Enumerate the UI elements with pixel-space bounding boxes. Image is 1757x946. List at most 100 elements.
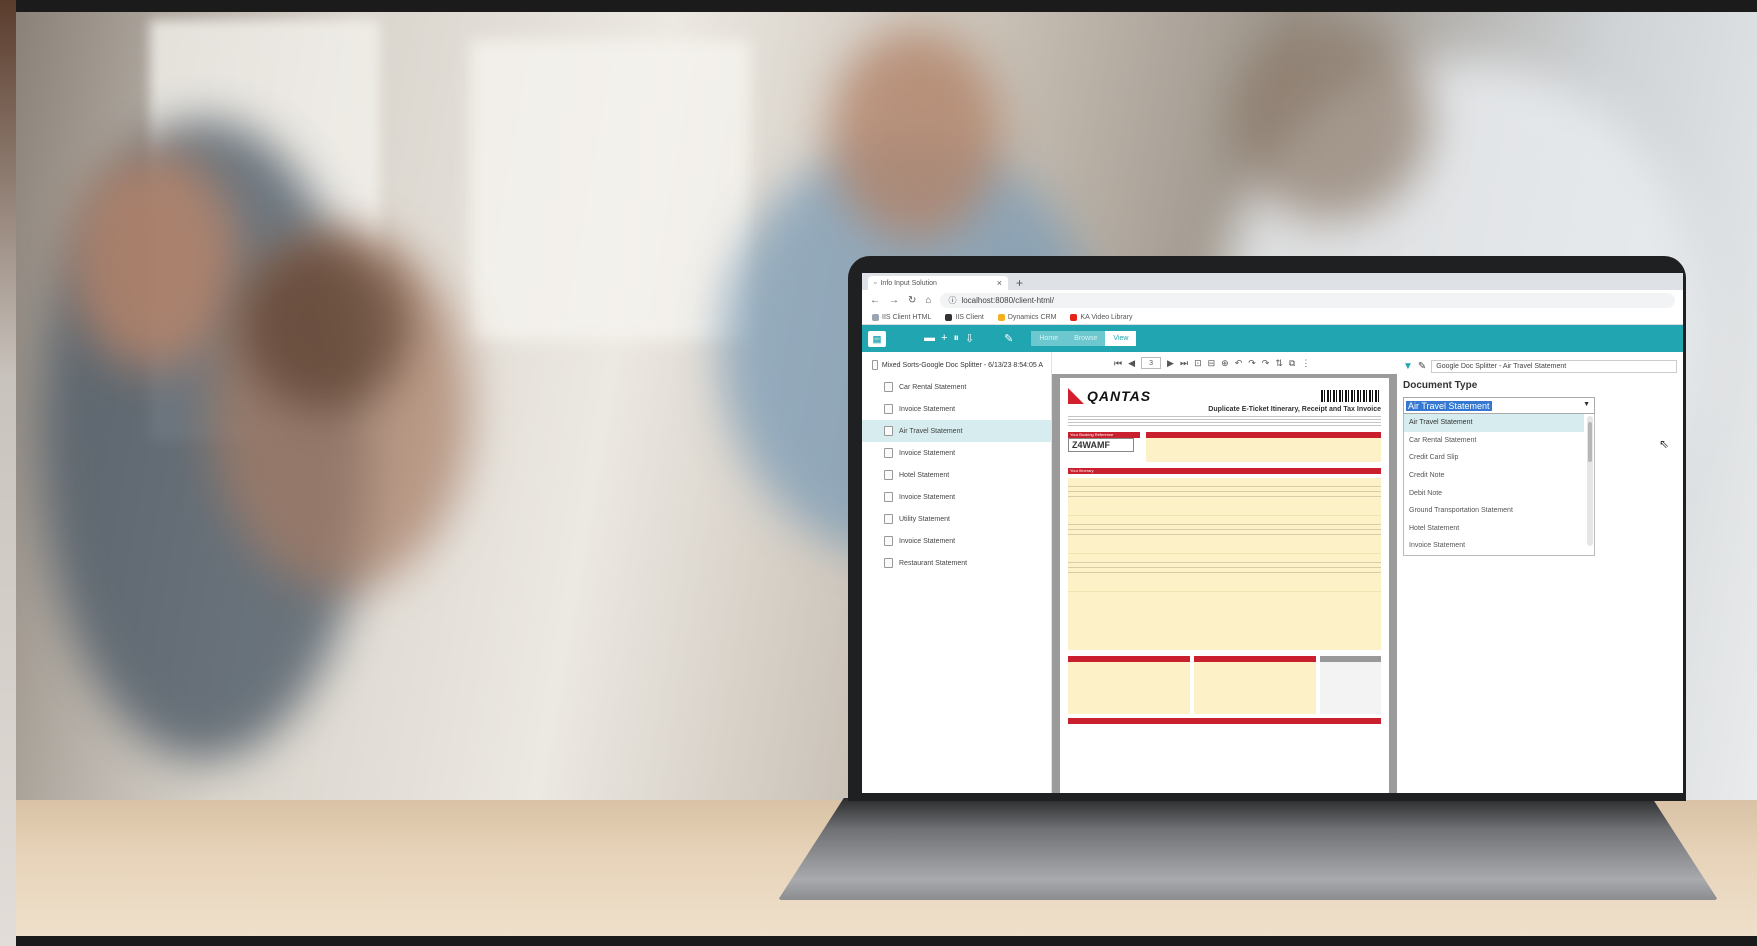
add-icon[interactable]: + xyxy=(941,332,947,345)
tree-item-label: Hotel Statement xyxy=(899,471,950,479)
itinerary-row xyxy=(1068,516,1381,554)
tree-item[interactable]: Air Travel Statement xyxy=(862,420,1051,442)
dropdown-option[interactable]: Air Travel Statement xyxy=(1404,414,1584,432)
globe-icon xyxy=(945,313,953,321)
document-header: QANTAS xyxy=(1068,388,1381,404)
bookmark-label: IIS Client xyxy=(955,313,984,321)
index-panel: ▼ ✎ Google Doc Splitter - Air Travel Sta… xyxy=(1397,352,1683,793)
bookmarks-bar: IIS Client HTML IIS Client Dynamics CRM KA … xyxy=(862,310,1683,325)
document-type-label: Document Type xyxy=(1403,380,1478,391)
export-icon[interactable]: ⇩ xyxy=(965,332,974,345)
dropdown-option[interactable]: Ground Transportation Statement xyxy=(1404,502,1584,520)
zoom-icon[interactable]: ⊕ xyxy=(1221,358,1229,369)
person-left-face xyxy=(70,150,240,370)
tree-item-label: Air Travel Statement xyxy=(899,427,963,435)
tab-favicon-icon: ▫ xyxy=(874,279,877,287)
batch-title: Mixed Sorts-Google Doc Splitter - 6/13/2… xyxy=(881,361,1043,369)
forward-icon[interactable]: → xyxy=(889,295,899,306)
edit-icon[interactable]: ✎ xyxy=(1004,332,1013,345)
toolbar-tools: ▬ + ⏸ ⇩ ✎ xyxy=(894,332,1013,345)
dropdown-option[interactable]: Debit Note xyxy=(1404,484,1584,502)
tree-item[interactable]: Restaurant Statement xyxy=(862,552,1051,574)
url-field[interactable]: ⓘ localhost:8080/client-html/ xyxy=(940,292,1675,308)
bookmark-label: KA Video Library xyxy=(1080,313,1133,321)
person-woman-hair xyxy=(240,240,410,410)
tree-item[interactable]: Invoice Statement xyxy=(862,530,1051,552)
next-page-icon[interactable]: ▶ xyxy=(1167,358,1174,369)
brand-name: QANTAS xyxy=(1087,388,1152,404)
dropdown-option[interactable]: Hotel Statement xyxy=(1404,520,1584,538)
redo-icon[interactable]: ↷ xyxy=(1262,358,1270,369)
tab-view[interactable]: View xyxy=(1105,331,1137,346)
document-viewer: ⏮ ◀ 3 ▶ ⏭ ⊡ ⊟ ⊕ ↶ ↷ ↷ ⇅ ⧉ ⋮ QANTAS Dupli… xyxy=(1052,352,1397,793)
home-icon[interactable]: ⌂ xyxy=(925,295,931,306)
tree-item-label: Invoice Statement xyxy=(899,493,956,501)
page-number-input[interactable]: 3 xyxy=(1141,357,1162,369)
document-icon xyxy=(884,382,893,392)
scanner-icon[interactable]: ▬ xyxy=(924,332,935,345)
letterbox-left xyxy=(0,0,16,946)
tree-item[interactable]: Invoice Statement xyxy=(862,486,1051,508)
booking-section: Your Booking Reference Z4WAMF xyxy=(1068,428,1381,462)
reload-icon[interactable]: ↻ xyxy=(908,295,916,306)
merge-icon[interactable]: ⧉ xyxy=(1289,358,1295,369)
tree-item-label: Invoice Statement xyxy=(899,537,956,545)
itinerary-row xyxy=(1068,478,1381,516)
tree-item[interactable]: Invoice Statement xyxy=(862,398,1051,420)
filter-icon[interactable]: ▼ xyxy=(1403,361,1413,372)
tree-item[interactable]: Utility Statement xyxy=(862,508,1051,530)
fit-width-icon[interactable]: ⊟ xyxy=(1208,358,1216,369)
rotate-right-icon[interactable]: ↷ xyxy=(1248,358,1256,369)
split-icon[interactable]: ⏸ xyxy=(953,332,959,345)
chevron-down-icon[interactable]: ▼ xyxy=(1583,401,1590,408)
document-icon xyxy=(884,404,893,414)
tree-items: Car Rental Statement Invoice Statement Air… xyxy=(862,376,1051,574)
document-type-dropdown: Air Travel Statement Car Rental Statement… xyxy=(1403,414,1595,556)
photo-background: ▫ Info Input Solution × + ← → ↻ ⌂ ⓘ loca… xyxy=(0,0,1757,946)
last-page-icon[interactable]: ⏭ xyxy=(1180,358,1188,369)
document-title: Duplicate E-Ticket Itinerary, Receipt an… xyxy=(1208,406,1381,413)
document-icon xyxy=(884,558,893,568)
customer-details xyxy=(1146,438,1381,462)
dropdown-options: Air Travel Statement Car Rental Statement… xyxy=(1404,414,1594,555)
edit-doc-icon[interactable]: ✎ xyxy=(1418,361,1426,372)
tab-browse[interactable]: Browse xyxy=(1066,331,1106,346)
tab-home[interactable]: Home xyxy=(1031,331,1067,346)
back-icon[interactable]: ← xyxy=(870,295,880,306)
bookmark-1[interactable]: IIS Client xyxy=(945,313,984,321)
tab-title: Info Input Solution xyxy=(880,279,937,287)
tax-header xyxy=(1068,718,1381,724)
first-page-icon[interactable]: ⏮ xyxy=(1114,358,1122,369)
batch-icon xyxy=(872,360,878,370)
info-icon: ⓘ xyxy=(948,295,957,305)
batch-header[interactable]: Mixed Sorts-Google Doc Splitter - 6/13/2… xyxy=(862,360,1051,376)
browser-tab[interactable]: ▫ Info Input Solution × xyxy=(868,276,1008,290)
tree-item[interactable]: Hotel Statement xyxy=(862,464,1051,486)
document-type-select[interactable]: Air Travel Statement ▼ xyxy=(1403,397,1595,414)
tree-item[interactable]: Car Rental Statement xyxy=(862,376,1051,398)
bookmark-0[interactable]: IIS Client HTML xyxy=(872,313,931,321)
fit-page-icon[interactable]: ⊡ xyxy=(1194,358,1202,369)
receipt-block xyxy=(1068,656,1190,714)
dropdown-scrollbar[interactable] xyxy=(1587,416,1593,546)
document-icon xyxy=(884,426,893,436)
office-window xyxy=(470,40,750,340)
rotate-left-icon[interactable]: ↶ xyxy=(1235,358,1243,369)
itinerary-row xyxy=(1068,554,1381,592)
dropdown-option[interactable]: Invoice Statement xyxy=(1404,537,1584,555)
itinerary-table xyxy=(1068,478,1381,650)
dropdown-option[interactable]: Credit Note xyxy=(1404,467,1584,485)
close-tab-icon[interactable]: × xyxy=(997,278,1002,288)
dropdown-option[interactable]: Car Rental Statement xyxy=(1404,432,1584,450)
fine-print xyxy=(1068,416,1381,426)
bookmark-2[interactable]: Dynamics CRM xyxy=(997,313,1056,321)
bookmark-3[interactable]: KA Video Library xyxy=(1070,313,1133,321)
browser-tabbar: ▫ Info Input Solution × + xyxy=(862,273,1683,290)
prev-page-icon[interactable]: ◀ xyxy=(1128,358,1135,369)
tree-item[interactable]: Invoice Statement xyxy=(862,442,1051,464)
more-icon[interactable]: ⋮ xyxy=(1301,358,1310,369)
sort-icon[interactable]: ⇅ xyxy=(1275,358,1283,369)
new-tab-button[interactable]: + xyxy=(1008,276,1031,290)
dropdown-option[interactable]: Credit Card Slip xyxy=(1404,449,1584,467)
laptop-base xyxy=(778,798,1718,900)
